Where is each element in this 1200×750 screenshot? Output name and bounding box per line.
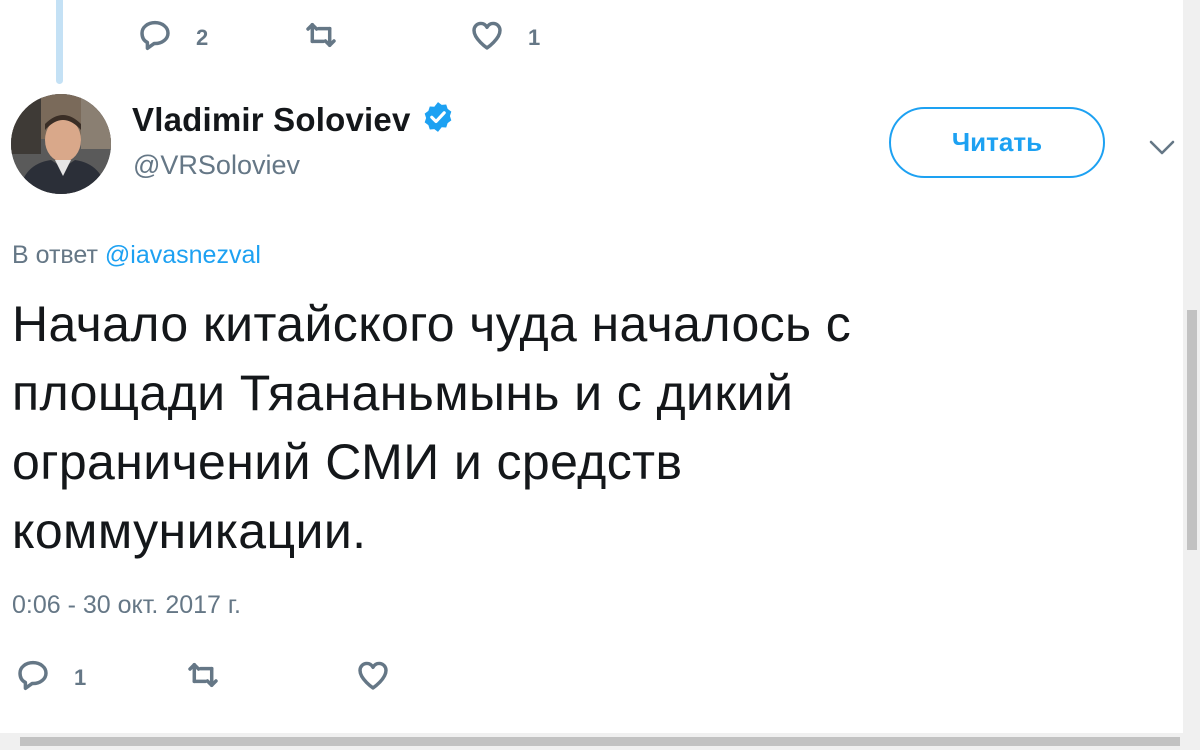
reply-prefix: В ответ xyxy=(12,241,98,269)
reply-context: В ответ @iavasnezval xyxy=(12,241,261,270)
follow-button[interactable]: Читать xyxy=(889,107,1105,178)
tweet-text-line: площади Тяананьмынь и с дикий xyxy=(12,365,794,421)
reply-count: 2 xyxy=(196,24,209,50)
author-name[interactable]: Vladimir Soloviev xyxy=(132,101,411,139)
retweet-icon xyxy=(302,16,340,59)
tweet-timestamp[interactable]: 0:06 - 30 окт. 2017 г. xyxy=(12,591,241,620)
reply-action[interactable]: 2 xyxy=(136,16,302,59)
heart-icon xyxy=(354,656,392,699)
retweet-action[interactable] xyxy=(302,16,468,59)
tweet-text-line: Начало китайского чуда началось с xyxy=(12,296,852,352)
thread-connector-line xyxy=(56,0,63,84)
like-action[interactable] xyxy=(354,656,524,699)
tweet-text-line: ограничений СМИ и средств xyxy=(12,434,683,490)
horizontal-scrollbar-thumb[interactable] xyxy=(20,737,1180,746)
reply-icon xyxy=(14,656,52,699)
avatar-photo xyxy=(11,94,111,194)
reply-mention-link[interactable]: @iavasnezval xyxy=(105,241,261,269)
like-count: 1 xyxy=(528,24,541,50)
reply-count: 1 xyxy=(74,664,87,690)
vertical-scrollbar[interactable] xyxy=(1183,0,1200,733)
tweet-page: 2 1 Vladimir Soloviev @VRSoloviev Читать… xyxy=(0,0,1200,750)
vertical-scrollbar-thumb[interactable] xyxy=(1187,310,1197,550)
reply-action[interactable]: 1 xyxy=(14,656,184,699)
tweet-text: Начало китайского чуда началось с площад… xyxy=(12,290,1012,566)
author-avatar[interactable] xyxy=(11,94,111,194)
previous-tweet-actions: 2 1 xyxy=(136,16,634,59)
like-action[interactable]: 1 xyxy=(468,16,634,59)
verified-badge-icon xyxy=(411,100,455,139)
tweet-text-line: коммуникации. xyxy=(12,503,367,559)
horizontal-scrollbar[interactable] xyxy=(0,733,1200,750)
author-handle[interactable]: @VRSoloviev xyxy=(133,150,300,181)
heart-icon xyxy=(468,16,506,59)
retweet-action[interactable] xyxy=(184,656,354,699)
chevron-down-icon[interactable] xyxy=(1146,134,1178,160)
retweet-icon xyxy=(184,656,222,699)
author-name-row: Vladimir Soloviev xyxy=(132,100,455,139)
reply-icon xyxy=(136,16,174,59)
tweet-actions: 1 xyxy=(14,656,524,699)
